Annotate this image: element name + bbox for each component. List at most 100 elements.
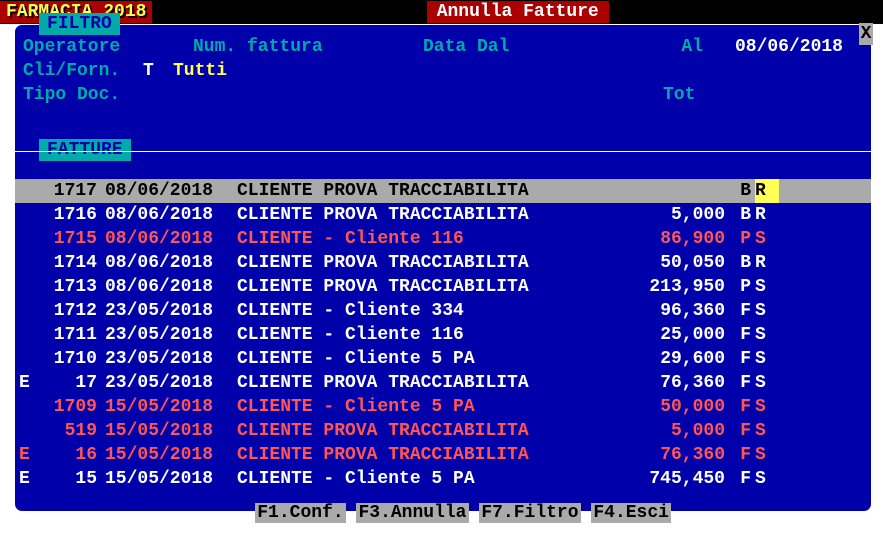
table-row[interactable]: 171223/05/2018CLIENTE - Cliente 33496,36… — [15, 299, 871, 323]
cell-tot: 213,950 — [609, 275, 725, 299]
cell-num: 1716 — [37, 203, 97, 227]
table-row[interactable]: 171408/06/2018CLIENTE PROVA TRACCIABILIT… — [15, 251, 871, 275]
section-filtro: FILTRO — [39, 13, 120, 35]
cell-e — [15, 395, 37, 419]
cell-f: R — [755, 203, 779, 227]
cell-num: 1717 — [37, 179, 97, 203]
table-row[interactable]: 170915/05/2018CLIENTE - Cliente 5 PA50,0… — [15, 395, 871, 419]
cell-t: B — [725, 179, 755, 203]
cell-t: F — [725, 419, 755, 443]
cell-num: 519 — [37, 419, 97, 443]
cell-f: S — [755, 347, 779, 371]
cell-f: S — [755, 371, 779, 395]
cell-cli: CLIENTE PROVA TRACCIABILITA — [231, 203, 609, 227]
cell-e — [15, 419, 37, 443]
cell-cli: CLIENTE PROVA TRACCIABILITA — [231, 371, 609, 395]
num-fattura-label: Num. fattura — [193, 35, 423, 59]
cell-tot: 76,360 — [609, 443, 725, 467]
cell-t: P — [725, 227, 755, 251]
cell-cli: CLIENTE - Cliente 5 PA — [231, 395, 609, 419]
cell-data: 23/05/2018 — [97, 371, 231, 395]
cell-tot — [609, 179, 725, 203]
invoice-grid[interactable]: 171708/06/2018CLIENTE PROVA TRACCIABILIT… — [15, 179, 871, 511]
cell-cli: CLIENTE PROVA TRACCIABILITA — [231, 275, 609, 299]
cell-op — [779, 323, 839, 347]
f3-annulla[interactable]: F3.Annulla — [356, 503, 468, 523]
cell-tot: 50,050 — [609, 251, 725, 275]
cell-tot: 50,000 — [609, 395, 725, 419]
cell-data: 08/06/2018 — [97, 227, 231, 251]
cell-data: 23/05/2018 — [97, 323, 231, 347]
cell-op — [779, 251, 839, 275]
cell-tot: 5,000 — [609, 419, 725, 443]
cliforn-label: Cli/Forn. — [23, 59, 143, 83]
cell-data: 08/06/2018 — [97, 251, 231, 275]
cell-num: 1709 — [37, 395, 97, 419]
f7-filtro[interactable]: F7.Filtro — [479, 503, 580, 523]
cell-t: B — [725, 251, 755, 275]
table-row[interactable]: 51915/05/2018CLIENTE PROVA TRACCIABILITA… — [15, 419, 871, 443]
cell-num: 1714 — [37, 251, 97, 275]
cell-data: 08/06/2018 — [97, 275, 231, 299]
cell-num: 1715 — [37, 227, 97, 251]
f1-conf[interactable]: F1.Conf. — [255, 503, 345, 523]
cell-f: R — [755, 251, 779, 275]
cell-tot: 76,360 — [609, 371, 725, 395]
cell-tot: 5,000 — [609, 203, 725, 227]
f4-esci[interactable]: F4.Esci — [591, 503, 671, 523]
table-row[interactable]: 171608/06/2018CLIENTE PROVA TRACCIABILIT… — [15, 203, 871, 227]
data-dal-label: Data Dal — [423, 35, 663, 59]
cell-t: F — [725, 323, 755, 347]
cell-data: 23/05/2018 — [97, 347, 231, 371]
table-row[interactable]: 171508/06/2018CLIENTE - Cliente 11686,90… — [15, 227, 871, 251]
main-panel: X FILTRO Operatore Num. fattura Data Dal… — [14, 24, 872, 512]
cell-cli: CLIENTE PROVA TRACCIABILITA — [231, 443, 609, 467]
tot-label: Tot — [663, 83, 695, 107]
cliforn-code[interactable]: T — [143, 59, 173, 83]
cell-op — [779, 443, 839, 467]
cell-num: 1710 — [37, 347, 97, 371]
cell-e — [15, 299, 37, 323]
column-headers: N.Fatt.DataCliente/FornitoreTotaleT.F.Op… — [15, 155, 871, 179]
cell-data: 15/05/2018 — [97, 395, 231, 419]
divider — [15, 151, 871, 152]
cell-e — [15, 275, 37, 299]
table-row[interactable]: E1723/05/2018CLIENTE PROVA TRACCIABILITA… — [15, 371, 871, 395]
cell-cli: CLIENTE - Cliente 334 — [231, 299, 609, 323]
cell-cli: CLIENTE PROVA TRACCIABILITA — [231, 419, 609, 443]
table-row[interactable]: 171023/05/2018CLIENTE - Cliente 5 PA29,6… — [15, 347, 871, 371]
cell-f: R — [755, 179, 779, 203]
table-row[interactable]: 171308/06/2018CLIENTE PROVA TRACCIABILIT… — [15, 275, 871, 299]
cell-t: P — [725, 275, 755, 299]
tipodoc-label: Tipo Doc. — [23, 83, 663, 107]
cell-op — [779, 227, 839, 251]
cell-t: F — [725, 347, 755, 371]
table-row[interactable]: 171708/06/2018CLIENTE PROVA TRACCIABILIT… — [15, 179, 871, 203]
window-title: Annulla Fatture — [427, 1, 609, 23]
cell-e — [15, 203, 37, 227]
cell-num: 16 — [37, 443, 97, 467]
title-bar: FARMACIA 2018 Annulla Fatture — [0, 0, 883, 24]
al-value[interactable]: 08/06/2018 — [703, 35, 853, 59]
cell-cli: CLIENTE PROVA TRACCIABILITA — [231, 179, 609, 203]
cell-data: 23/05/2018 — [97, 299, 231, 323]
cell-op — [779, 299, 839, 323]
cell-e — [15, 251, 37, 275]
cell-t: F — [725, 371, 755, 395]
cell-cli: CLIENTE - Cliente 5 PA — [231, 347, 609, 371]
cell-t: B — [725, 203, 755, 227]
cell-f: S — [755, 419, 779, 443]
cell-num: 1711 — [37, 323, 97, 347]
cell-e: E — [15, 443, 37, 467]
cell-data: 15/05/2018 — [97, 443, 231, 467]
cell-op — [779, 203, 839, 227]
table-row[interactable]: 171123/05/2018CLIENTE - Cliente 11625,00… — [15, 323, 871, 347]
cell-cli: CLIENTE PROVA TRACCIABILITA — [231, 251, 609, 275]
cell-f: S — [755, 227, 779, 251]
cell-e: E — [15, 371, 37, 395]
table-row[interactable]: E1615/05/2018CLIENTE PROVA TRACCIABILITA… — [15, 443, 871, 467]
cell-data: 15/05/2018 — [97, 419, 231, 443]
cell-op — [779, 419, 839, 443]
cell-num: 17 — [37, 371, 97, 395]
cell-cli: CLIENTE - Cliente 116 — [231, 323, 609, 347]
